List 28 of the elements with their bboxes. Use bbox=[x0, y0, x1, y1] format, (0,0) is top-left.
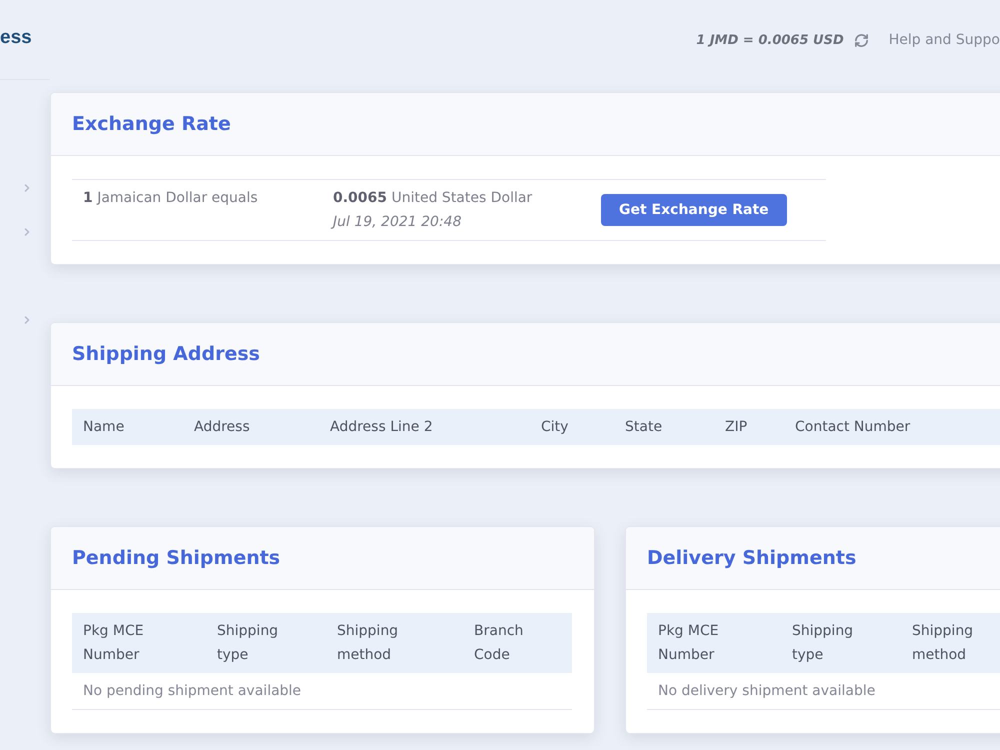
logo-text[interactable]: ess bbox=[0, 26, 32, 52]
column-header: Branch Code bbox=[473, 622, 524, 665]
column-header: City bbox=[540, 418, 570, 437]
card-title: Delivery Shipments bbox=[647, 547, 856, 569]
empty-message: No delivery shipment available bbox=[647, 673, 1000, 710]
to-amount-text: 0.0065 United States Dollar bbox=[333, 189, 532, 208]
refresh-icon[interactable] bbox=[854, 32, 869, 48]
column-header: Contact Number bbox=[794, 418, 912, 437]
timestamp-text: Jul 19, 2021 20:48 bbox=[333, 210, 462, 234]
column-header: ZIP bbox=[724, 418, 748, 437]
column-header: State bbox=[624, 418, 664, 437]
column-header: Pkg MCE Number bbox=[82, 622, 145, 665]
rate-text: 1 JMD = 0.0065 USD bbox=[696, 32, 844, 48]
get-exchange-rate-button[interactable]: Get Exchange Rate bbox=[601, 194, 787, 226]
column-header: Address Line 2 bbox=[329, 418, 434, 437]
card-title: Pending Shipments bbox=[72, 547, 280, 569]
from-amount-text: 1 Jamaican Dollar equals bbox=[83, 189, 258, 208]
column-header: Shipping method bbox=[336, 622, 400, 665]
column-header: Name bbox=[82, 418, 126, 437]
column-header: Shipping type bbox=[216, 622, 280, 665]
empty-message: No pending shipment available bbox=[72, 673, 572, 710]
card-title: Exchange Rate bbox=[72, 113, 231, 135]
column-header: Pkg MCE Number bbox=[657, 622, 720, 665]
column-header: Shipping type bbox=[791, 622, 854, 665]
help-link[interactable]: Help and Suppo bbox=[888, 32, 1000, 48]
column-header: Address bbox=[193, 418, 251, 437]
card-title: Shipping Address bbox=[72, 343, 260, 365]
column-header: Shipping method bbox=[911, 622, 974, 665]
